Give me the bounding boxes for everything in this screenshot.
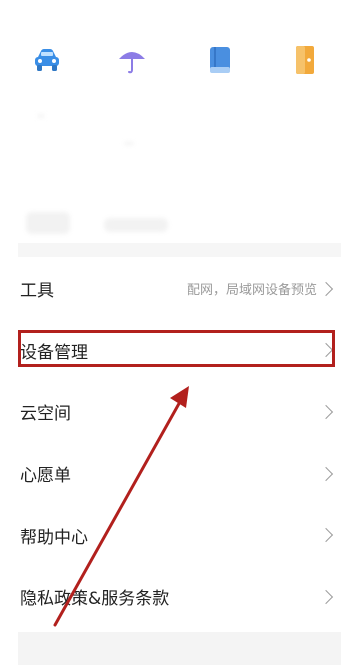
car-icon[interactable]: [29, 40, 65, 80]
section-divider: [18, 243, 341, 257]
door-icon[interactable]: [287, 40, 323, 80]
menu-item-help-center[interactable]: 帮助中心: [0, 504, 359, 566]
chevron-right-icon: [318, 528, 334, 543]
settings-menu: 工具 配网，局域网设备预览 设备管理 云空间 心愿单 帮助中心 隐私政策&服务条…: [0, 258, 359, 628]
menu-item-label: 隐私政策&服务条款: [20, 589, 170, 610]
profile-placeholder: [18, 100, 341, 240]
menu-item-label: 帮助中心: [20, 527, 88, 548]
chevron-right-icon: [318, 589, 334, 604]
bottom-section: [18, 632, 341, 665]
chevron-right-icon: [318, 281, 334, 296]
menu-item-label: 云空间: [20, 404, 71, 425]
menu-item-privacy-terms[interactable]: 隐私政策&服务条款: [0, 566, 359, 628]
book-icon[interactable]: [202, 40, 238, 80]
menu-item-device-management[interactable]: 设备管理: [0, 320, 359, 382]
menu-item-hint: 配网，局域网设备预览: [186, 283, 317, 299]
shortcut-icon-row: [0, 40, 359, 80]
placeholder-mark: [38, 114, 44, 118]
umbrella-icon[interactable]: [114, 40, 150, 80]
chevron-right-icon: [318, 404, 334, 420]
menu-item-label: 工具: [20, 281, 54, 302]
menu-item-cloud-space[interactable]: 云空间: [0, 381, 359, 443]
placeholder-block: [104, 218, 168, 232]
menu-item-label: 设备管理: [20, 342, 88, 363]
menu-item-tools[interactable]: 工具 配网，局域网设备预览: [0, 258, 359, 320]
placeholder-mark: [124, 142, 134, 145]
menu-item-label: 心愿单: [20, 466, 71, 487]
chevron-right-icon: [318, 343, 334, 358]
placeholder-block: [26, 212, 70, 234]
menu-item-wishlist[interactable]: 心愿单: [0, 443, 359, 505]
chevron-right-icon: [318, 466, 334, 481]
